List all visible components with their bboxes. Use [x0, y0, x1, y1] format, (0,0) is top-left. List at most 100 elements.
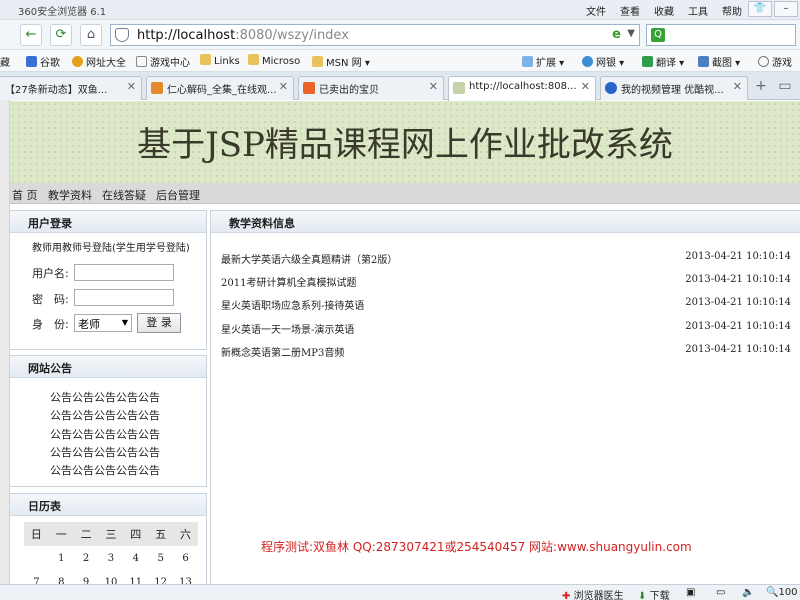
material-title[interactable]: 星火英语职场应急系列-接待英语 — [221, 297, 364, 312]
fav-games[interactable]: 游戏中心 — [136, 54, 190, 69]
navigation-bar: ← ⟳ ⌂ http://localhost:8080/wszy/index e… — [0, 20, 800, 50]
day-cell[interactable] — [24, 546, 49, 570]
notice-line: 公告公告公告公告公告 — [50, 428, 160, 441]
download-button[interactable]: ⬇ 下载 — [638, 587, 670, 600]
fav-microsoft[interactable]: Microso — [248, 54, 300, 67]
google-icon — [26, 56, 37, 67]
skin-icon[interactable]: 👕 — [748, 1, 772, 17]
material-row[interactable]: 最新大学英语六级全真题精讲（第2版） 2013-04-21 10:10:14 — [221, 251, 791, 267]
puzzle-icon — [522, 56, 533, 67]
menu-file[interactable]: 文件 — [586, 3, 606, 18]
back-arrow-icon[interactable]: ← — [20, 24, 42, 46]
material-row[interactable]: 星火英语职场应急系列-接待英语 2013-04-21 10:10:14 — [221, 297, 791, 313]
role-label: 身 份: — [32, 316, 76, 332]
monitor-icon[interactable]: ▭ — [716, 587, 725, 598]
zoom-level[interactable]: 🔍100 — [766, 587, 798, 598]
window-title: 360安全浏览器 6.1 — [18, 7, 107, 18]
menu-bar: 文件 查看 收藏 工具 帮助 — [586, 3, 742, 18]
minimize-button[interactable]: – — [774, 1, 798, 17]
material-row[interactable]: 星火英语一天一场景-演示英语 2013-04-21 10:10:14 — [221, 321, 791, 337]
chevron-down-icon[interactable]: ▼ — [627, 28, 635, 39]
download-icon: ⬇ — [638, 591, 647, 600]
fav-label: Microso — [262, 56, 301, 67]
ext-label: 扩展 — [536, 58, 556, 69]
weekday-cell: 日 — [24, 522, 49, 546]
day-cell[interactable]: 1 — [49, 546, 74, 570]
search-box[interactable]: Q — [646, 24, 796, 46]
menu-tools[interactable]: 工具 — [688, 3, 708, 18]
ext-label: 翻译 — [656, 58, 676, 69]
folder-icon — [200, 54, 211, 65]
menu-view[interactable]: 查看 — [620, 3, 640, 18]
material-title[interactable]: 新概念英语第二册MP3音频 — [221, 344, 344, 359]
day-cell[interactable]: 3 — [99, 546, 124, 570]
close-icon[interactable]: ✕ — [279, 80, 288, 93]
calendar-week: 1 2 3 4 5 6 — [24, 546, 198, 570]
day-cell[interactable]: 5 — [148, 546, 173, 570]
ext-bank[interactable]: 网银 ▾ — [582, 54, 624, 69]
tab-label: 【27条新动态】双鱼... — [5, 85, 108, 96]
tab-4-active[interactable]: http://localhost:808... ✕ — [448, 76, 596, 101]
ext-games[interactable]: 游戏 — [758, 54, 792, 69]
new-tab-icon[interactable]: + — [752, 78, 770, 96]
material-row[interactable]: 2011考研计算机全真模拟试题 2013-04-21 10:10:14 — [221, 274, 791, 290]
day-cell[interactable]: 6 — [173, 546, 198, 570]
ext-label: 网银 — [596, 58, 616, 69]
speaker-icon[interactable]: 🔈 — [742, 587, 754, 598]
material-title[interactable]: 星火英语一天一场景-演示英语 — [221, 321, 354, 336]
tab-5[interactable]: 我的视频管理 优酷视... ✕ — [600, 76, 748, 100]
username-input[interactable] — [74, 264, 174, 281]
search-icon[interactable]: Q — [651, 28, 665, 42]
fav-label: 网址大全 — [86, 58, 126, 69]
refresh-icon[interactable]: ⟳ — [50, 24, 72, 46]
nav-admin[interactable]: 后台管理 — [156, 187, 200, 203]
role-value: 老师 — [78, 318, 100, 331]
tab-list-icon[interactable]: ▭ — [776, 78, 794, 96]
weekday-cell: 一 — [48, 522, 74, 546]
fav-msn[interactable]: MSN 网 ▾ — [312, 54, 370, 69]
close-icon[interactable]: ✕ — [581, 80, 590, 93]
nav-materials[interactable]: 教学资料 — [48, 187, 92, 203]
materials-header: 教学资料信息 — [211, 211, 800, 233]
notice-line: 公告公告公告公告公告 — [50, 409, 160, 422]
material-title[interactable]: 2011考研计算机全真模拟试题 — [221, 274, 356, 289]
tab-label: 已卖出的宝贝 — [319, 85, 379, 96]
browser-doctor[interactable]: ✚ 浏览器医生 — [562, 587, 624, 600]
role-select[interactable]: 老师 ▼ — [74, 314, 132, 332]
bank-icon — [582, 56, 593, 67]
fav-google[interactable]: 谷歌 — [26, 54, 60, 69]
material-title[interactable]: 最新大学英语六级全真题精讲（第2版） — [221, 251, 397, 266]
login-button[interactable]: 登 录 — [137, 313, 181, 333]
status-bar: ✚ 浏览器医生 ⬇ 下载 ▣ ▭ 🔈 🔍100 — [0, 584, 800, 600]
close-icon[interactable]: ✕ — [127, 80, 136, 93]
tab-2[interactable]: 仁心解码_全集_在线观... ✕ — [146, 76, 294, 100]
home-icon[interactable]: ⌂ — [80, 24, 102, 46]
day-cell[interactable]: 2 — [74, 546, 99, 570]
close-icon[interactable]: ✕ — [733, 80, 742, 93]
material-date: 2013-04-21 10:10:14 — [685, 251, 791, 262]
menu-favorites[interactable]: 收藏 — [654, 3, 674, 18]
ext-screenshot[interactable]: 截图 ▾ — [698, 54, 740, 69]
nav-qa[interactable]: 在线答疑 — [102, 187, 146, 203]
ext-translate[interactable]: 翻译 ▾ — [642, 54, 684, 69]
fav-links[interactable]: Links — [200, 54, 240, 67]
day-cell[interactable]: 4 — [123, 546, 148, 570]
material-row[interactable]: 新概念英语第二册MP3音频 2013-04-21 10:10:14 — [221, 344, 791, 360]
ext-extend[interactable]: 扩展 ▾ — [522, 54, 564, 69]
weekday-cell: 二 — [73, 522, 99, 546]
menu-help[interactable]: 帮助 — [722, 3, 742, 18]
fav-label: MSN 网 — [326, 58, 362, 69]
material-date: 2013-04-21 10:10:14 — [685, 297, 791, 308]
ie-mode-icon[interactable]: e — [612, 27, 621, 42]
close-icon[interactable]: ✕ — [429, 80, 438, 93]
fav-hao123[interactable]: 网址大全 — [72, 54, 126, 69]
site-banner: 基于JSP精品课程网上作业批改系统 — [10, 101, 800, 183]
status-label: 浏览器医生 — [573, 591, 624, 600]
address-bar[interactable]: http://localhost:8080/wszy/index e ▼ — [110, 24, 640, 46]
password-input[interactable] — [74, 289, 174, 306]
tab-1[interactable]: 【27条新动态】双鱼... ✕ — [0, 76, 142, 100]
nav-home[interactable]: 首 页 — [12, 187, 38, 203]
password-label: 密 码: — [32, 291, 76, 307]
window-icon[interactable]: ▣ — [686, 587, 695, 598]
tab-3[interactable]: 已卖出的宝贝 ✕ — [298, 76, 444, 100]
